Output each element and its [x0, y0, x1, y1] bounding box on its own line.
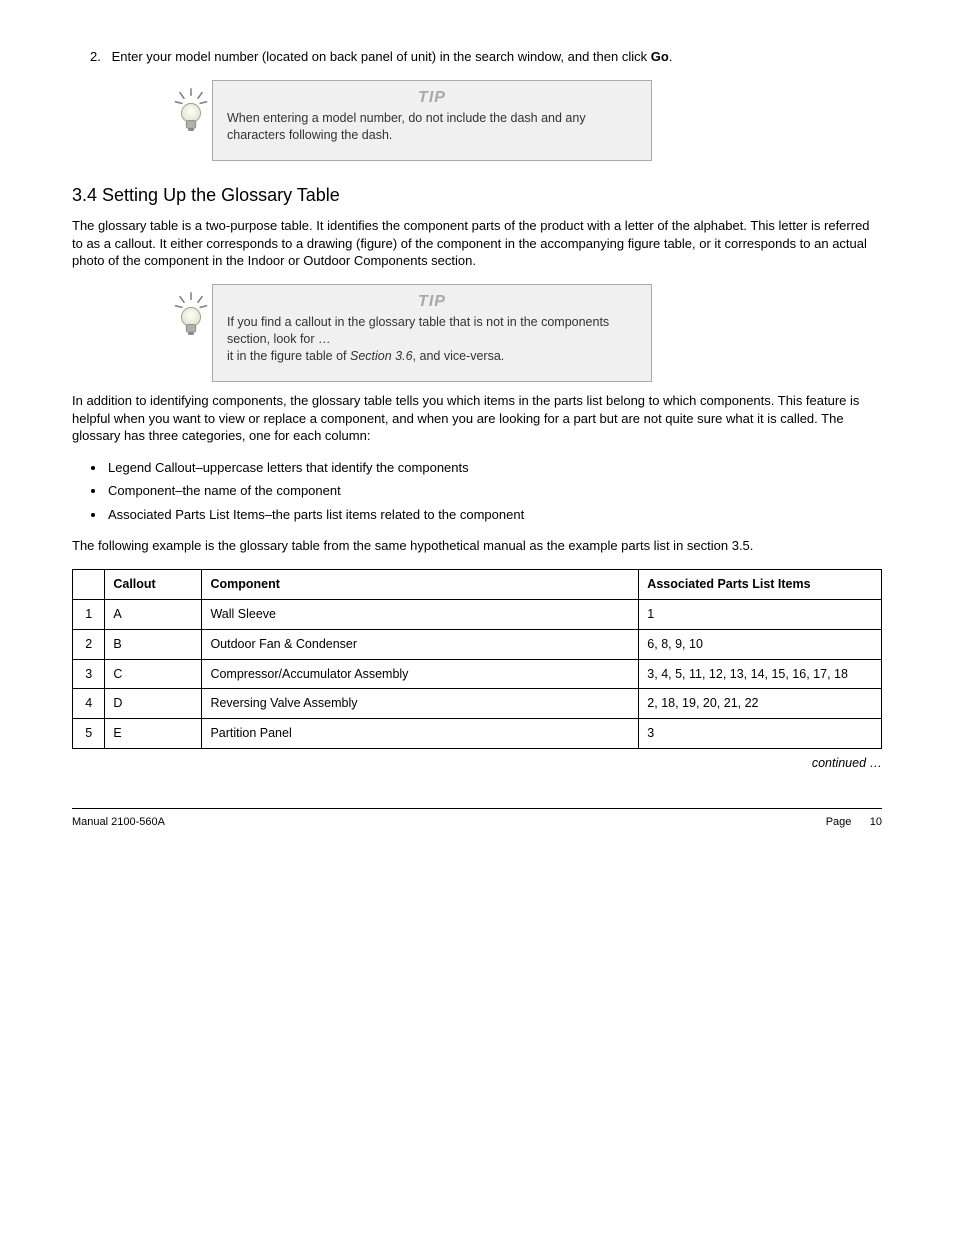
glossary-intro-1: The glossary table is a two-purpose tabl…	[72, 217, 882, 270]
continued-note: continued …	[72, 755, 882, 772]
row-callout: E	[105, 719, 202, 749]
tip-label: TIP	[227, 291, 637, 313]
tip-box-1: TIP When entering a model number, do not…	[212, 80, 652, 161]
row-num: 3	[73, 659, 105, 689]
footer-page-label: Page	[826, 816, 852, 828]
page-footer: Manual 2100-560A Page 10	[72, 815, 882, 830]
step-number: 2.	[90, 48, 108, 66]
table-header-row: Callout Component Associated Parts List …	[73, 569, 882, 599]
tip-2: TIP If you find a callout in the glossar…	[172, 284, 882, 382]
table-row: 3 C Compressor/Accumulator Assembly 3, 4…	[73, 659, 882, 689]
list-item: Legend Callout–uppercase letters that id…	[106, 459, 882, 477]
tip-label: TIP	[227, 87, 637, 109]
row-parts: 2, 18, 19, 20, 21, 22	[639, 689, 882, 719]
step-go: Go	[651, 49, 669, 64]
lightbulb-icon	[172, 80, 212, 140]
step-text-1: Enter your model number (located on back…	[112, 49, 651, 64]
row-num: 1	[73, 599, 105, 629]
row-component: Wall Sleeve	[202, 599, 639, 629]
table-row: 4 D Reversing Valve Assembly 2, 18, 19, …	[73, 689, 882, 719]
row-num: 2	[73, 629, 105, 659]
footer-left: Manual 2100-560A	[72, 815, 165, 830]
tip-box-2: TIP If you find a callout in the glossar…	[212, 284, 652, 382]
row-parts: 1	[639, 599, 882, 629]
header-blank	[73, 569, 105, 599]
tip2-section-ref: Section 3.6	[350, 349, 413, 363]
category-list: Legend Callout–uppercase letters that id…	[106, 459, 882, 524]
tip2-line2-suffix: , and vice-versa.	[413, 349, 505, 363]
row-callout: A	[105, 599, 202, 629]
header-callout: Callout	[105, 569, 202, 599]
row-component: Compressor/Accumulator Assembly	[202, 659, 639, 689]
row-callout: B	[105, 629, 202, 659]
example-intro: The following example is the glossary ta…	[72, 537, 882, 555]
row-component: Reversing Valve Assembly	[202, 689, 639, 719]
tip2-line2-prefix: it in the figure table of	[227, 349, 350, 363]
row-num: 4	[73, 689, 105, 719]
table-row: 1 A Wall Sleeve 1	[73, 599, 882, 629]
table-row: 2 B Outdoor Fan & Condenser 6, 8, 9, 10	[73, 629, 882, 659]
tip2-line1: If you find a callout in the glossary ta…	[227, 315, 609, 346]
row-parts: 3	[639, 719, 882, 749]
tip-body: When entering a model number, do not inc…	[227, 110, 637, 144]
footer-page-number: 10	[870, 816, 882, 828]
header-component: Component	[202, 569, 639, 599]
list-item: Component–the name of the component	[106, 482, 882, 500]
step-text-2: .	[669, 49, 673, 64]
page: 2. Enter your model number (located on b…	[0, 0, 954, 1235]
footer-right: Page 10	[826, 815, 882, 830]
footer-separator	[72, 808, 882, 809]
row-component: Outdoor Fan & Condenser	[202, 629, 639, 659]
glossary-intro-2: In addition to identifying components, t…	[72, 392, 882, 445]
step-2: 2. Enter your model number (located on b…	[90, 48, 882, 66]
row-num: 5	[73, 719, 105, 749]
section-heading: 3.4 Setting Up the Glossary Table	[72, 183, 882, 207]
row-callout: C	[105, 659, 202, 689]
row-parts: 3, 4, 5, 11, 12, 13, 14, 15, 16, 17, 18	[639, 659, 882, 689]
tip-1: TIP When entering a model number, do not…	[172, 80, 882, 161]
list-item: Associated Parts List Items–the parts li…	[106, 506, 882, 524]
lightbulb-icon	[172, 284, 212, 344]
tip-body: If you find a callout in the glossary ta…	[227, 314, 637, 365]
glossary-table: Callout Component Associated Parts List …	[72, 569, 882, 749]
table-row: 5 E Partition Panel 3	[73, 719, 882, 749]
row-component: Partition Panel	[202, 719, 639, 749]
row-callout: D	[105, 689, 202, 719]
header-parts: Associated Parts List Items	[639, 569, 882, 599]
row-parts: 6, 8, 9, 10	[639, 629, 882, 659]
